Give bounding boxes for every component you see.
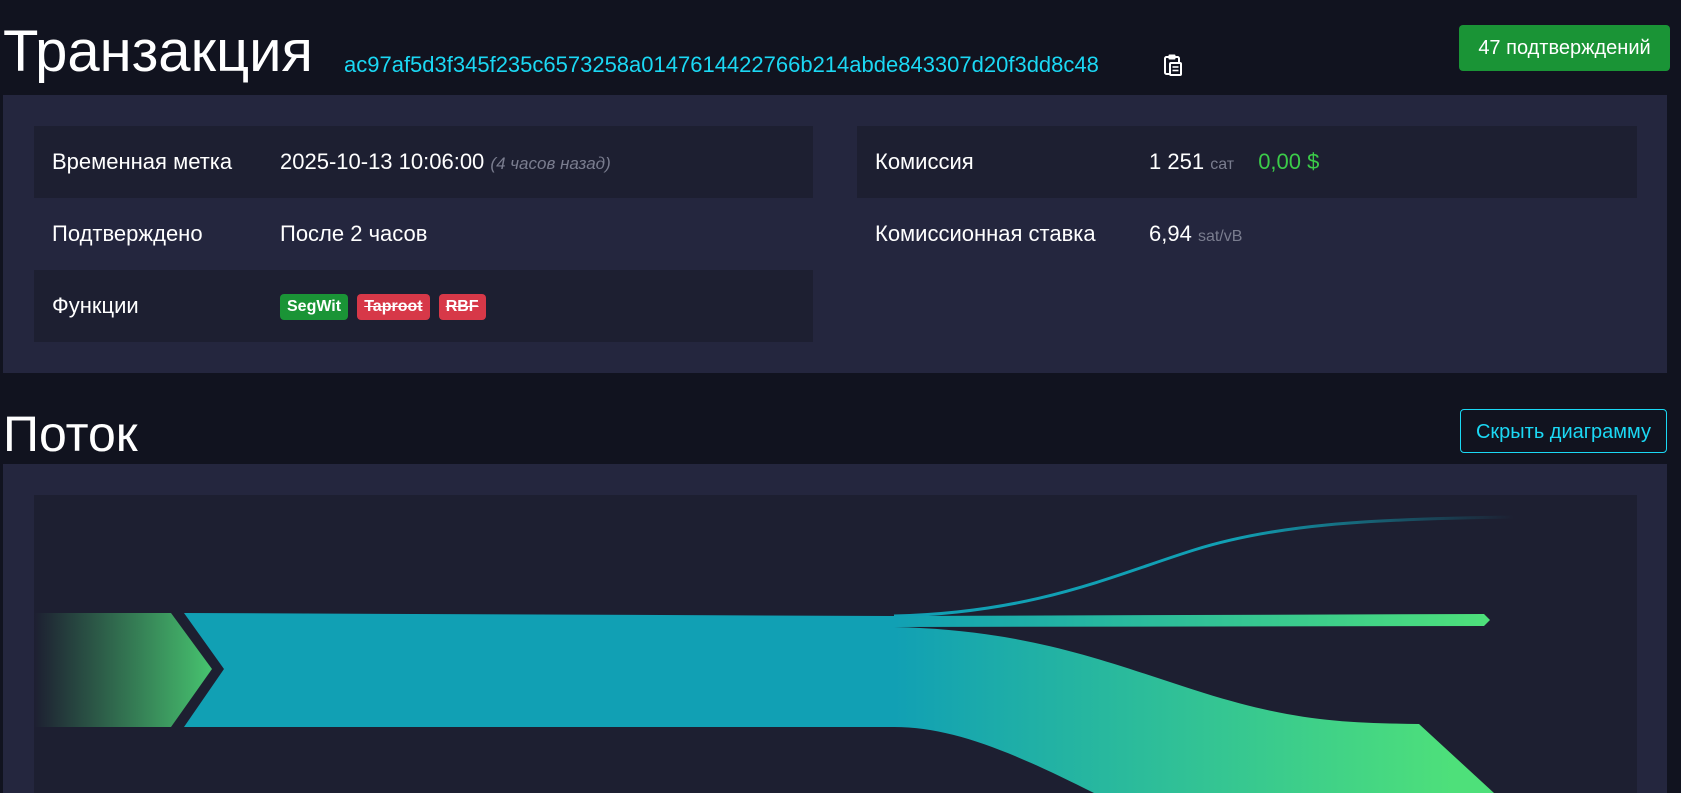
flow-diagram-svg bbox=[34, 515, 1515, 793]
flow-input[interactable] bbox=[34, 613, 212, 727]
timestamp-relative: (4 часов назад) bbox=[490, 154, 611, 173]
fee-rate-label: Комиссионная ставка bbox=[875, 221, 1096, 246]
fee-rate-value: 6,94 bbox=[1149, 221, 1192, 246]
transaction-id-link[interactable]: ac97af5d3f345f235c6573258a0147614422766b… bbox=[344, 51, 1099, 79]
timestamp-label: Временная метка bbox=[52, 149, 233, 174]
fee-row: Комиссия 1 251 сат 0,00 $ bbox=[857, 126, 1637, 198]
rbf-badge[interactable]: RBF bbox=[438, 294, 486, 321]
flow-diagram bbox=[34, 495, 1637, 793]
details-panel: Временная метка 2025-10-13 10:06:00 (4 ч… bbox=[3, 95, 1667, 373]
flow-output-bottom[interactable] bbox=[894, 627, 1494, 793]
flow-panel bbox=[3, 464, 1667, 793]
fee-unit: сат bbox=[1210, 156, 1235, 173]
fee-value-group: 1 251 сат 0,00 $ bbox=[1149, 126, 1319, 201]
fee-label: Комиссия bbox=[875, 149, 974, 174]
timestamp-row: Временная метка 2025-10-13 10:06:00 (4 ч… bbox=[34, 126, 813, 198]
flow-output-top[interactable] bbox=[893, 515, 1515, 618]
segwit-badge[interactable]: SegWit bbox=[280, 294, 349, 321]
timestamp-value: 2025-10-13 10:06:00 bbox=[280, 149, 485, 174]
features-label: Функции bbox=[52, 293, 139, 318]
page-title: Транзакция bbox=[3, 19, 313, 84]
features-badges: SegWit Taproot RBF bbox=[280, 270, 489, 342]
clipboard-icon[interactable] bbox=[1161, 53, 1183, 77]
taproot-badge[interactable]: Taproot bbox=[357, 294, 430, 321]
confirmed-row: Подтверждено После 2 часов bbox=[34, 198, 813, 270]
features-row: Функции SegWit Taproot RBF bbox=[34, 270, 813, 342]
flow-main-body bbox=[184, 613, 894, 727]
hide-diagram-button[interactable]: Скрыть диаграмму bbox=[1460, 409, 1667, 453]
fee-rate-value-group: 6,94 sat/vB bbox=[1149, 198, 1242, 273]
page: Транзакция ac97af5d3f345f235c6573258a014… bbox=[0, 0, 1681, 793]
fee-rate-unit: sat/vB bbox=[1197, 228, 1243, 245]
fee-rate-row: Комиссионная ставка 6,94 sat/vB bbox=[857, 198, 1637, 270]
fee-fiat-value: 0,00 $ bbox=[1258, 149, 1320, 174]
timestamp-value-group: 2025-10-13 10:06:00 (4 часов назад) bbox=[280, 126, 611, 200]
flow-title: Поток bbox=[3, 406, 138, 462]
flow-output-middle[interactable] bbox=[894, 614, 1490, 627]
confirmations-badge: 47 подтверждений bbox=[1459, 25, 1670, 71]
confirmed-value: После 2 часов bbox=[280, 221, 428, 246]
confirmed-label: Подтверждено bbox=[52, 221, 203, 246]
fee-value: 1 251 bbox=[1149, 149, 1205, 174]
